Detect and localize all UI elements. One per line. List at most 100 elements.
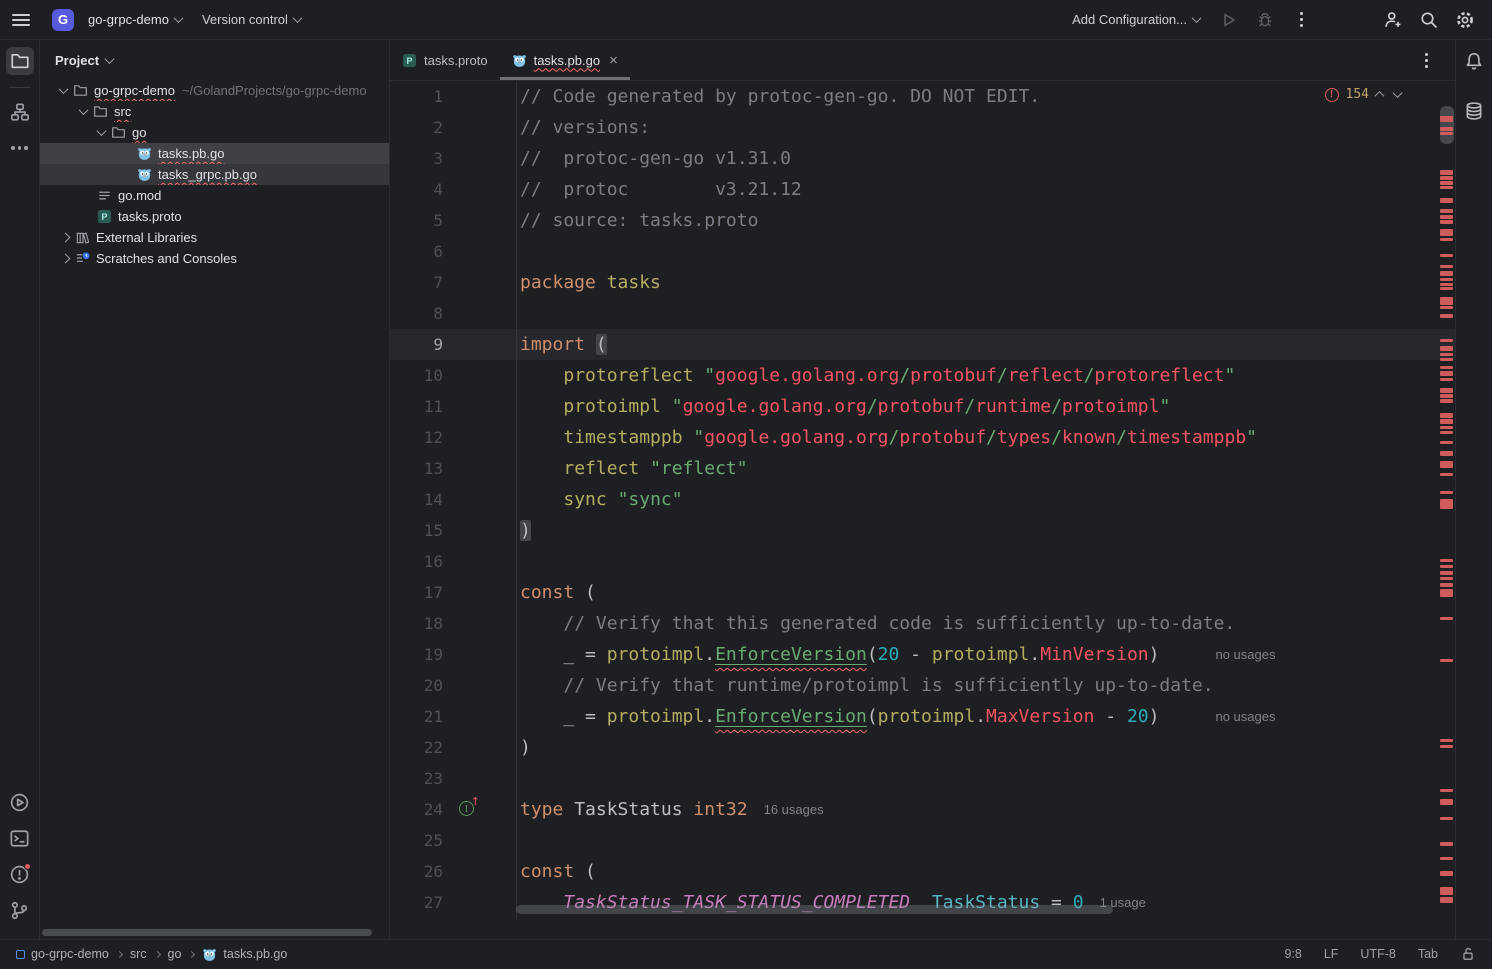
error-stripe-mark[interactable] bbox=[1440, 617, 1453, 620]
horizontal-scrollbar-thumb[interactable] bbox=[516, 905, 1113, 914]
code-line-13[interactable]: 13 reflect "reflect" bbox=[390, 453, 1455, 484]
error-stripe-mark[interactable] bbox=[1440, 817, 1453, 820]
error-stripe-mark[interactable] bbox=[1440, 127, 1453, 131]
chevron-right-icon[interactable] bbox=[57, 234, 73, 241]
error-stripe-mark[interactable] bbox=[1440, 314, 1453, 318]
tree-item-tasks.pb.go[interactable]: tasks.pb.go bbox=[40, 143, 389, 164]
usages-hint[interactable]: 16 usages bbox=[764, 802, 824, 817]
code-line-17[interactable]: 17const ( bbox=[390, 577, 1455, 608]
chevron-down-icon[interactable] bbox=[75, 108, 91, 115]
error-stripe-mark[interactable] bbox=[1440, 238, 1453, 241]
code-line-10[interactable]: 10 protoreflect "google.golang.org/proto… bbox=[390, 360, 1455, 391]
function-reference[interactable]: EnforceVersion bbox=[715, 644, 867, 665]
editor[interactable]: 1// Code generated by protoc-gen-go. DO … bbox=[390, 81, 1455, 939]
tree-item-tasks_grpc.pb.go[interactable]: tasks_grpc.pb.go bbox=[40, 164, 389, 185]
tree-item-Scratches and Consoles[interactable]: Scratches and Consoles bbox=[40, 248, 389, 269]
run-icon[interactable] bbox=[6, 788, 34, 816]
breadcrumb-go[interactable]: go bbox=[168, 947, 182, 961]
error-stripe-mark[interactable] bbox=[1440, 394, 1453, 398]
chevron-right-icon[interactable] bbox=[57, 255, 73, 262]
error-stripe-mark[interactable] bbox=[1440, 871, 1453, 876]
code-line-11[interactable]: 11 protoimpl "google.golang.org/protobuf… bbox=[390, 391, 1455, 422]
tree-item-tasks.proto[interactable]: Ptasks.proto bbox=[40, 206, 389, 227]
error-stripe-mark[interactable] bbox=[1440, 461, 1453, 468]
error-stripe-mark[interactable] bbox=[1440, 589, 1453, 597]
error-stripe[interactable] bbox=[1438, 81, 1455, 939]
editor-options-icon[interactable] bbox=[1413, 47, 1439, 73]
error-stripe-mark[interactable] bbox=[1440, 491, 1453, 494]
problems-icon[interactable] bbox=[6, 860, 34, 888]
version-control-icon[interactable] bbox=[6, 896, 34, 924]
error-stripe-mark[interactable] bbox=[1440, 254, 1453, 257]
code-line-14[interactable]: 14 sync "sync" bbox=[390, 484, 1455, 515]
indent-style[interactable]: Tab bbox=[1418, 947, 1438, 961]
error-stripe-mark[interactable] bbox=[1440, 565, 1453, 568]
breadcrumb-go-grpc-demo[interactable]: go-grpc-demo bbox=[16, 947, 109, 961]
project-widget[interactable]: go-grpc-demo bbox=[82, 7, 188, 32]
error-stripe-mark[interactable] bbox=[1440, 358, 1453, 361]
code-line-19[interactable]: 19 _ = protoimpl.EnforceVersion(20 - pro… bbox=[390, 639, 1455, 670]
error-stripe-mark[interactable] bbox=[1440, 366, 1453, 369]
error-stripe-mark[interactable] bbox=[1440, 283, 1453, 286]
error-stripe-mark[interactable] bbox=[1440, 186, 1453, 189]
error-stripe-mark[interactable] bbox=[1440, 339, 1453, 342]
error-stripe-mark[interactable] bbox=[1440, 132, 1453, 135]
code-line-5[interactable]: 5// source: tasks.proto bbox=[390, 205, 1455, 236]
error-stripe-mark[interactable] bbox=[1440, 346, 1453, 351]
inspection-widget[interactable]: ! 154 bbox=[1325, 87, 1401, 102]
error-stripe-mark[interactable] bbox=[1440, 739, 1453, 742]
error-stripe-mark[interactable] bbox=[1440, 371, 1453, 376]
add-user-icon[interactable] bbox=[1380, 7, 1406, 33]
error-stripe-mark[interactable] bbox=[1440, 789, 1453, 792]
code-line-2[interactable]: 2// versions: bbox=[390, 112, 1455, 143]
previous-error-icon[interactable] bbox=[1375, 91, 1385, 101]
tree-item-go.mod[interactable]: go.mod bbox=[40, 185, 389, 206]
project-folder-icon[interactable] bbox=[6, 47, 34, 75]
error-stripe-mark[interactable] bbox=[1440, 559, 1453, 562]
error-stripe-mark[interactable] bbox=[1440, 857, 1453, 860]
code-line-9[interactable]: 9import ( bbox=[390, 329, 1455, 360]
code-line-24[interactable]: 24Itype TaskStatus int3216 usages bbox=[390, 794, 1455, 825]
breadcrumb-tasks.pb.go[interactable]: tasks.pb.go bbox=[202, 947, 287, 962]
line-separator[interactable]: LF bbox=[1324, 947, 1339, 961]
project-panel-header[interactable]: Project bbox=[40, 40, 389, 80]
caret-position[interactable]: 9:8 bbox=[1284, 947, 1301, 961]
error-stripe-mark[interactable] bbox=[1440, 571, 1453, 575]
error-stripe-mark[interactable] bbox=[1440, 297, 1453, 305]
structure-icon[interactable] bbox=[6, 98, 34, 126]
error-stripe-mark[interactable] bbox=[1440, 388, 1453, 393]
error-stripe-mark[interactable] bbox=[1440, 176, 1453, 180]
error-stripe-mark[interactable] bbox=[1440, 842, 1453, 846]
error-stripe-mark[interactable] bbox=[1440, 451, 1453, 456]
code-line-26[interactable]: 26const ( bbox=[390, 856, 1455, 887]
error-stripe-mark[interactable] bbox=[1440, 897, 1453, 903]
terminal-icon[interactable] bbox=[6, 824, 34, 852]
error-stripe-mark[interactable] bbox=[1440, 198, 1453, 203]
code-line-16[interactable]: 16 bbox=[390, 546, 1455, 577]
code-line-8[interactable]: 8 bbox=[390, 298, 1455, 329]
close-icon[interactable]: × bbox=[609, 52, 618, 69]
code-line-18[interactable]: 18 // Verify that this generated code is… bbox=[390, 608, 1455, 639]
code-line-22[interactable]: 22) bbox=[390, 732, 1455, 763]
error-stripe-mark[interactable] bbox=[1440, 265, 1453, 268]
main-menu-icon[interactable] bbox=[12, 14, 30, 26]
code-line-23[interactable]: 23 bbox=[390, 763, 1455, 794]
error-stripe-mark[interactable] bbox=[1440, 419, 1453, 424]
usages-hint[interactable]: no usages bbox=[1215, 647, 1275, 662]
usages-hint[interactable]: no usages bbox=[1215, 709, 1275, 724]
error-stripe-mark[interactable] bbox=[1440, 399, 1453, 403]
error-stripe-mark[interactable] bbox=[1440, 499, 1453, 509]
chevron-down-icon[interactable] bbox=[55, 87, 71, 94]
error-stripe-mark[interactable] bbox=[1440, 473, 1453, 476]
error-stripe-mark[interactable] bbox=[1440, 577, 1453, 580]
code-line-1[interactable]: 1// Code generated by protoc-gen-go. DO … bbox=[390, 81, 1455, 112]
notifications-icon[interactable] bbox=[1460, 47, 1488, 75]
tree-item-External Libraries[interactable]: External Libraries bbox=[40, 227, 389, 248]
error-stripe-mark[interactable] bbox=[1440, 116, 1453, 122]
code-line-25[interactable]: 25 bbox=[390, 825, 1455, 856]
code-line-12[interactable]: 12 timestamppb "google.golang.org/protob… bbox=[390, 422, 1455, 453]
error-stripe-mark[interactable] bbox=[1440, 287, 1453, 290]
error-stripe-mark[interactable] bbox=[1440, 799, 1453, 805]
breadcrumb-src[interactable]: src bbox=[130, 947, 147, 961]
tab-tasks.proto[interactable]: Ptasks.proto bbox=[390, 40, 500, 80]
